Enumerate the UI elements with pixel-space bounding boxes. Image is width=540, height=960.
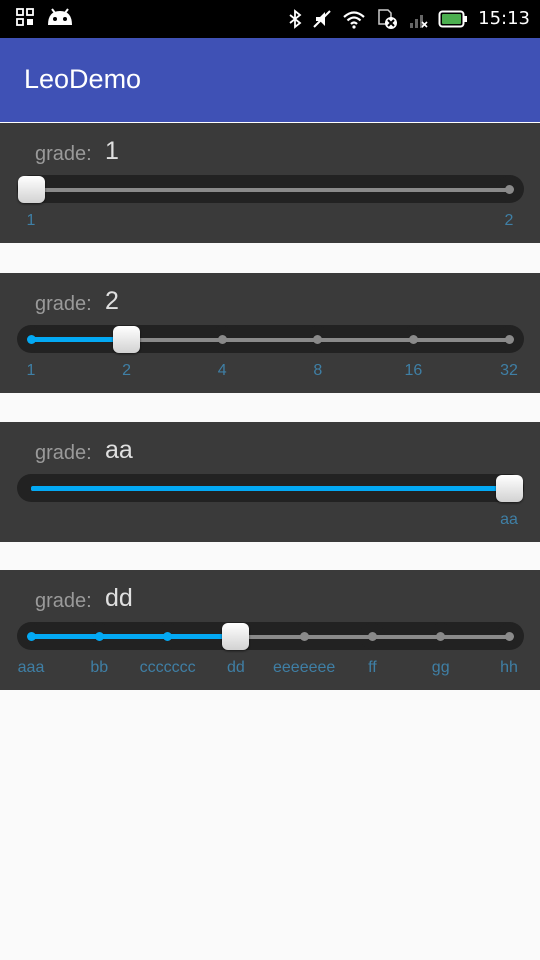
slider-panel-1: grade: 1 1 2	[0, 123, 540, 243]
wifi-icon	[343, 11, 365, 29]
android-icon	[48, 8, 72, 25]
grade-label: grade:	[35, 143, 92, 165]
slider-thumb[interactable]	[17, 176, 45, 203]
app-bar: LeoDemo	[0, 38, 540, 124]
tick-label: 8	[313, 362, 323, 379]
sim-icon	[378, 9, 398, 29]
grade-value: aa	[105, 436, 133, 464]
tick-label: 1	[26, 362, 36, 379]
track-fill	[31, 486, 509, 491]
tick-label: aa	[500, 511, 518, 528]
tick-label: 4	[217, 362, 227, 379]
tick-label: aaa	[17, 659, 45, 676]
tick-dot	[367, 632, 377, 641]
grade-value: 1	[105, 137, 119, 165]
grade-value: dd	[105, 584, 133, 612]
tick-label: 1	[26, 212, 36, 229]
slider-thumb[interactable]	[113, 326, 141, 353]
tick-label: hh	[500, 659, 518, 676]
tick-label: 32	[500, 362, 518, 379]
grade-label: grade:	[35, 293, 92, 315]
tick-label: ccccccc	[139, 659, 196, 676]
grid-icon	[16, 8, 34, 26]
tick-dot	[217, 335, 227, 344]
tick-label: 2	[122, 362, 132, 379]
tick-label: ff	[368, 659, 377, 676]
tick-dot	[504, 185, 514, 194]
bluetooth-icon	[289, 9, 302, 29]
tick-dot	[163, 632, 173, 641]
slider-panel-4: grade: dd aaa bb ccccccc dd eeeeeee ff gg hh	[0, 570, 540, 690]
track-line	[31, 188, 509, 192]
tick-dot	[26, 335, 36, 344]
tick-label: 2	[504, 212, 514, 229]
track-fill	[31, 634, 236, 639]
tick-dot	[26, 632, 36, 641]
signal-icon	[410, 15, 428, 28]
status-bar: 15:13	[0, 0, 540, 38]
app-title: LeoDemo	[24, 64, 142, 94]
tick-label: gg	[431, 659, 450, 676]
tick-dot	[408, 335, 418, 344]
grade-label: grade:	[35, 590, 92, 612]
tick-label: bb	[90, 659, 109, 676]
slider-panel-2: grade: 2 1 2 4 8 16 32	[0, 273, 540, 393]
tick-label: 16	[404, 362, 423, 379]
slider-thumb[interactable]	[495, 475, 523, 502]
slider-thumb[interactable]	[222, 623, 250, 650]
mute-icon	[313, 10, 331, 28]
slider-panel-3: grade: aa aa	[0, 422, 540, 542]
grade-label: grade:	[35, 442, 92, 464]
battery-icon	[438, 10, 468, 28]
tick-label: eeeeeee	[272, 659, 336, 676]
tick-label: dd	[226, 659, 245, 676]
tick-dot	[504, 335, 514, 344]
tick-dot	[299, 632, 309, 641]
grade-value: 2	[105, 287, 119, 315]
tick-dot	[94, 632, 104, 641]
tick-dot	[504, 632, 514, 641]
clock: 15:13	[478, 8, 530, 29]
